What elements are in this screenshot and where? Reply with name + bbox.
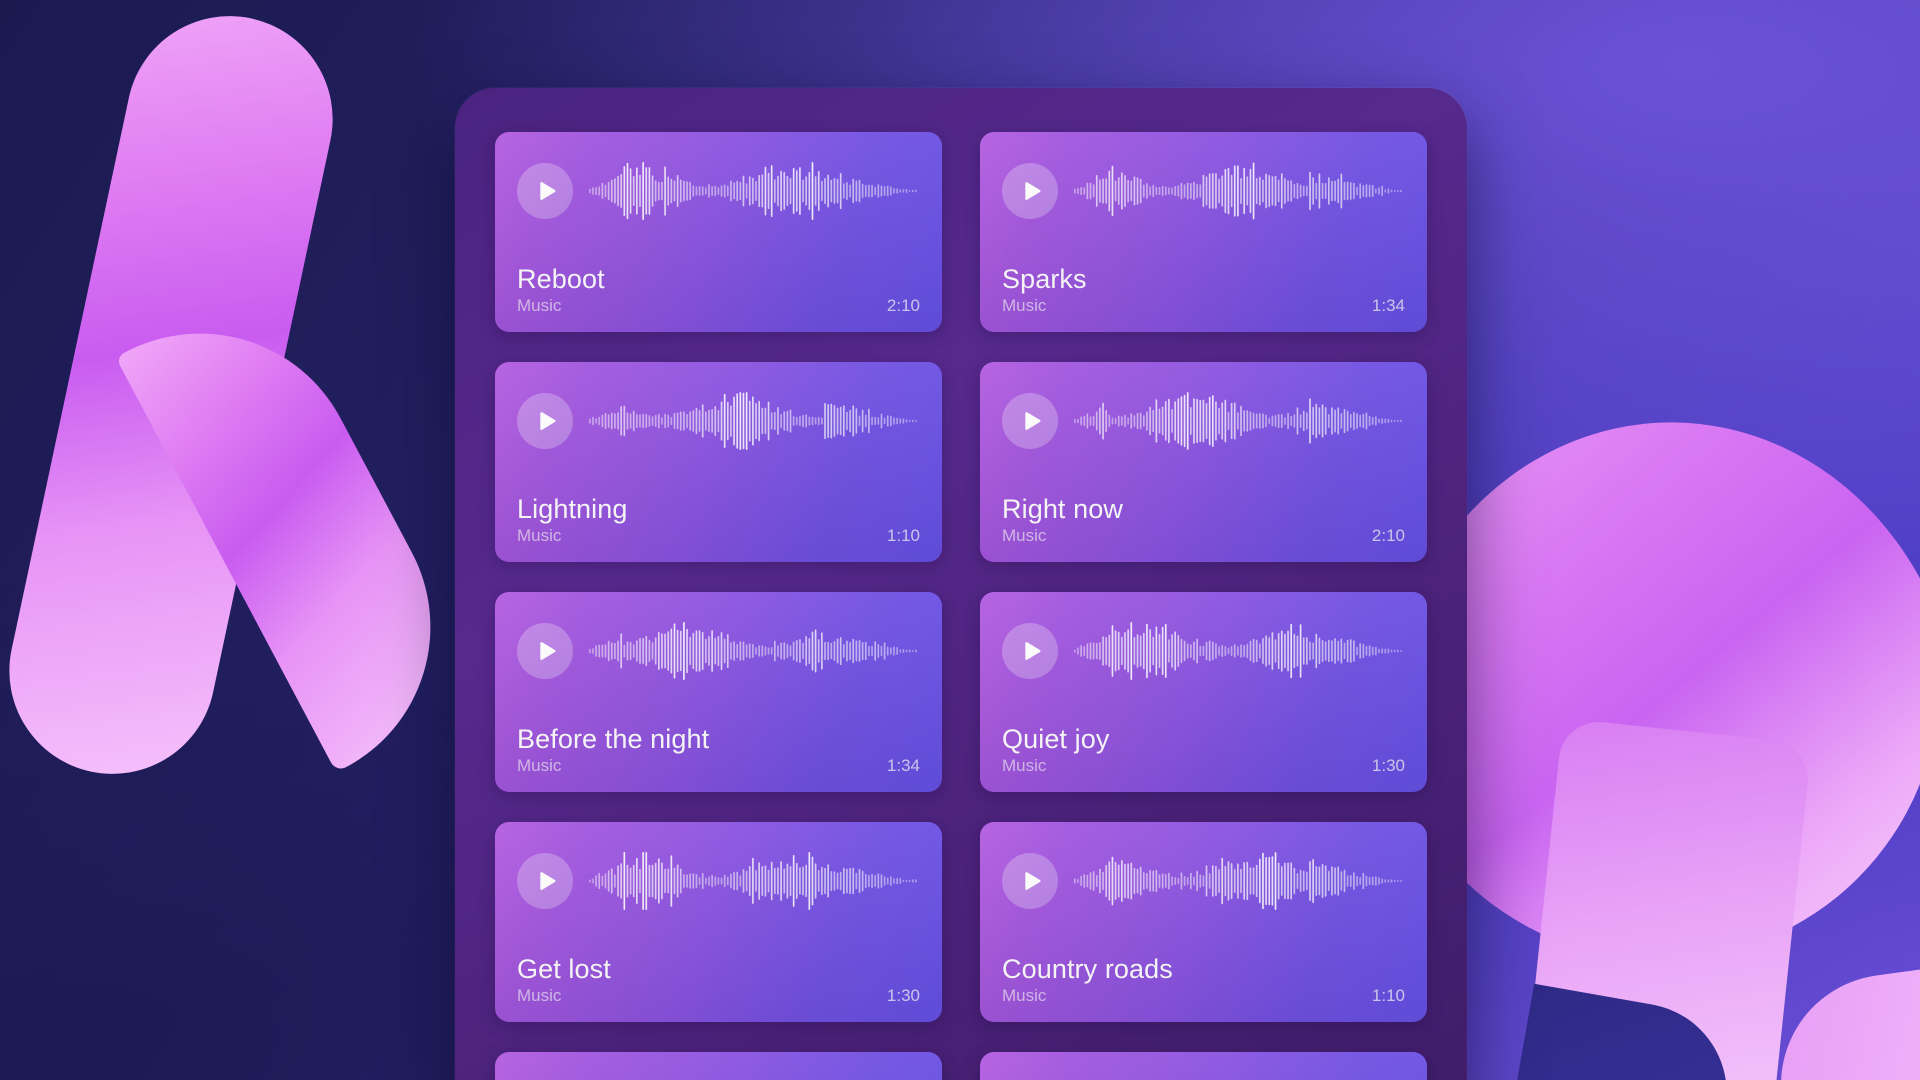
waveform-icon — [1074, 850, 1405, 912]
waveform-icon — [1074, 620, 1405, 682]
device-panel: Reboot Music 2:10 Sparks Music 1:34 Ligh… — [455, 88, 1467, 1080]
track-meta-row: Music 1:30 — [517, 987, 920, 1006]
play-button[interactable] — [1002, 853, 1058, 909]
track-card-meta: Reboot Music 2:10 — [517, 264, 920, 316]
track-card-top — [980, 592, 1427, 688]
track-card-top — [980, 132, 1427, 228]
track-card-meta: Quiet joy Music 1:30 — [1002, 724, 1405, 776]
play-button[interactable] — [517, 853, 573, 909]
track-card-top — [495, 592, 942, 688]
track-meta-row: Music 1:34 — [1002, 297, 1405, 316]
track-duration: 1:34 — [1371, 296, 1405, 316]
track-duration: 2:10 — [886, 296, 920, 316]
track-card[interactable]: Lightning Music 1:10 — [495, 362, 942, 562]
track-card-top — [495, 822, 942, 918]
track-title: Country roads — [1002, 954, 1173, 985]
track-duration: 1:30 — [1371, 756, 1405, 776]
waveform-icon — [589, 850, 920, 912]
play-icon — [533, 640, 558, 662]
track-card-top — [980, 1052, 1427, 1080]
waveform-icon — [589, 620, 920, 682]
play-icon — [1018, 640, 1043, 662]
track-card[interactable]: Get lost Music 1:30 — [495, 822, 942, 1022]
track-meta-row: Music 1:10 — [517, 527, 920, 546]
track-duration: 1:10 — [886, 526, 920, 546]
track-card-top — [980, 822, 1427, 918]
waveform-icon — [1074, 160, 1405, 222]
play-button[interactable] — [1002, 393, 1058, 449]
waveform-icon — [589, 160, 920, 222]
track-card-top — [495, 132, 942, 228]
track-card[interactable]: Country roads Music 1:10 — [980, 822, 1427, 1022]
track-meta-row: Music 1:34 — [517, 757, 920, 776]
track-duration: 2:10 — [1371, 526, 1405, 546]
track-duration: 1:30 — [886, 986, 920, 1006]
play-icon — [1018, 410, 1043, 432]
play-icon — [533, 180, 558, 202]
track-meta-row: Music 2:10 — [517, 297, 920, 316]
track-card[interactable]: Jump in Music 2:10 — [495, 1052, 942, 1080]
track-subtitle: Music — [1002, 526, 1047, 546]
track-title: Right now — [1002, 494, 1123, 525]
track-list-grid: Reboot Music 2:10 Sparks Music 1:34 Ligh… — [495, 132, 1427, 1080]
track-title: Quiet joy — [1002, 724, 1110, 755]
play-icon — [1018, 180, 1043, 202]
track-card[interactable]: Before the night Music 1:34 — [495, 592, 942, 792]
play-button[interactable] — [517, 623, 573, 679]
track-title: Before the night — [517, 724, 710, 755]
track-subtitle: Music — [1002, 756, 1047, 776]
track-subtitle: Music — [1002, 986, 1047, 1006]
play-button[interactable] — [517, 393, 573, 449]
track-card-meta: Before the night Music 1:34 — [517, 724, 920, 776]
track-card[interactable]: Reboot Music 2:10 — [495, 132, 942, 332]
track-duration: 1:34 — [886, 756, 920, 776]
track-card-meta: Sparks Music 1:34 — [1002, 264, 1405, 316]
track-meta-row: Music 1:10 — [1002, 987, 1405, 1006]
track-title: Reboot — [517, 264, 605, 295]
track-card-meta: Country roads Music 1:10 — [1002, 954, 1405, 1006]
track-card-top — [980, 362, 1427, 458]
track-meta-row: Music 2:10 — [1002, 527, 1405, 546]
track-duration: 1:10 — [1371, 986, 1405, 1006]
track-subtitle: Music — [1002, 296, 1047, 316]
track-card-top — [495, 362, 942, 458]
app-stage: Reboot Music 2:10 Sparks Music 1:34 Ligh… — [0, 0, 1920, 1080]
track-subtitle: Music — [517, 296, 562, 316]
track-card[interactable]: Quiet joy Music 1:30 — [980, 592, 1427, 792]
track-title: Sparks — [1002, 264, 1087, 295]
play-icon — [1018, 870, 1043, 892]
track-card-meta: Lightning Music 1:10 — [517, 494, 920, 546]
play-button[interactable] — [517, 163, 573, 219]
track-card[interactable]: Right now Music 2:10 — [980, 362, 1427, 562]
track-title: Get lost — [517, 954, 611, 985]
waveform-icon — [589, 390, 920, 452]
track-card[interactable]: Sparks Music 1:34 — [980, 132, 1427, 332]
track-card-top — [495, 1052, 942, 1080]
track-subtitle: Music — [517, 756, 562, 776]
track-subtitle: Music — [517, 526, 562, 546]
track-card-meta: Get lost Music 1:30 — [517, 954, 920, 1006]
track-card[interactable]: Mumbai streets Music 1:34 — [980, 1052, 1427, 1080]
track-meta-row: Music 1:30 — [1002, 757, 1405, 776]
play-icon — [533, 870, 558, 892]
play-button[interactable] — [1002, 623, 1058, 679]
panel-content: Reboot Music 2:10 Sparks Music 1:34 Ligh… — [455, 88, 1467, 1080]
play-icon — [533, 410, 558, 432]
play-button[interactable] — [1002, 163, 1058, 219]
track-card-meta: Right now Music 2:10 — [1002, 494, 1405, 546]
waveform-icon — [1074, 390, 1405, 452]
track-subtitle: Music — [517, 986, 562, 1006]
track-title: Lightning — [517, 494, 628, 525]
